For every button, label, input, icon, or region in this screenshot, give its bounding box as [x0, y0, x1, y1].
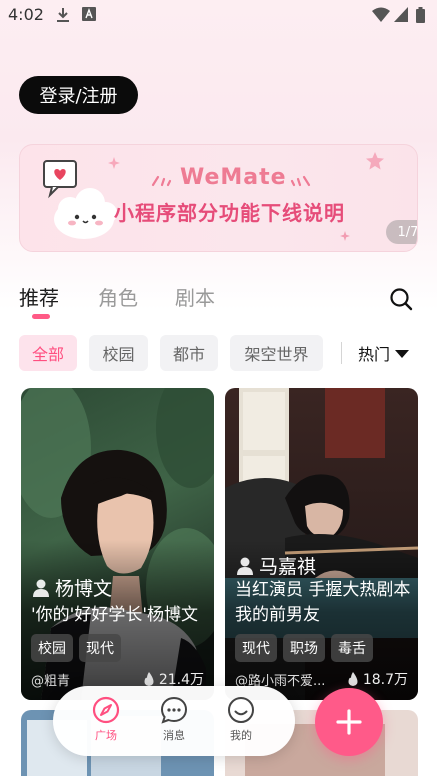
filter-chip-all[interactable]: 全部: [19, 335, 77, 371]
filter-divider: [341, 342, 342, 364]
card-tag: 现代: [79, 634, 121, 662]
character-card[interactable]: 杨博文 '你的'好好学长'杨博文 校园 现代 @粗青 21.4万: [21, 388, 214, 700]
chat-icon: [160, 696, 188, 724]
tab-characters[interactable]: 角色: [98, 282, 138, 311]
triangle-down-icon: [395, 350, 410, 358]
create-fab-button[interactable]: [315, 688, 383, 756]
battery-icon: [416, 7, 425, 23]
card-name-text: 马嘉祺: [259, 556, 317, 578]
card-likes-count: 18.7万: [362, 672, 408, 688]
signal-icon: [394, 7, 408, 22]
star-deco-icon: [108, 157, 120, 169]
sort-label: 热门: [358, 345, 391, 364]
filter-chip-fantasy-world[interactable]: 架空世界: [230, 335, 323, 371]
banner-page-counter: 1/7: [386, 220, 417, 244]
announcement-banner[interactable]: WeMate 小程序部分功能下线说明 1/7: [19, 144, 418, 252]
download-icon: [57, 8, 69, 22]
card-character-name: 马嘉祺: [237, 552, 316, 579]
card-tag: 职场: [283, 634, 325, 662]
compass-icon: [92, 696, 120, 724]
wifi-icon: [372, 7, 390, 22]
card-tag: 现代: [235, 634, 277, 662]
star-deco-icon: [366, 152, 384, 170]
nav-plaza[interactable]: 广场: [81, 696, 131, 743]
bottom-navigation: 广场 消息 我的: [53, 686, 295, 756]
card-tags: 现代 职场 毒舌: [235, 634, 373, 662]
nav-messages[interactable]: 消息: [149, 696, 199, 743]
person-icon: [33, 579, 49, 597]
nav-label: 广场: [95, 729, 117, 742]
person-icon: [237, 557, 253, 575]
card-description: '你的'好好学长'杨博文: [31, 605, 199, 625]
card-tag: 校园: [31, 634, 73, 662]
status-bar: 4:02: [0, 0, 437, 30]
filter-chip-city[interactable]: 都市: [160, 335, 218, 371]
filter-chip-campus[interactable]: 校园: [89, 335, 148, 371]
plus-icon: [336, 709, 362, 735]
card-author: @粗青: [31, 674, 71, 689]
tab-active-indicator: [32, 314, 50, 319]
card-tags: 校园 现代: [31, 634, 121, 662]
nav-label: 我的: [230, 729, 252, 742]
card-tag: 毒舌: [331, 634, 373, 662]
login-register-button[interactable]: 登录/注册: [19, 76, 138, 114]
search-icon[interactable]: [389, 287, 413, 311]
star-deco-icon: [340, 231, 350, 241]
card-description: 当红演员 手握大热剧本 我的前男友: [235, 580, 411, 625]
character-card[interactable]: 马嘉祺 当红演员 手握大热剧本 我的前男友 现代 职场 毒舌 @路小雨不爱...…: [225, 388, 418, 700]
text-a-icon: [82, 7, 96, 21]
nav-profile[interactable]: 我的: [216, 696, 266, 743]
smile-icon: [228, 697, 254, 723]
flame-icon: [348, 672, 358, 686]
card-character-name: 杨博文: [33, 574, 112, 601]
status-time: 4:02: [8, 5, 44, 24]
sparkle-lines-icon: [151, 175, 172, 187]
tab-scripts[interactable]: 剧本: [175, 282, 215, 311]
card-name-text: 杨博文: [55, 578, 113, 600]
banner-title: WeMate: [180, 165, 287, 190]
banner-subtitle: 小程序部分功能下线说明: [114, 201, 345, 225]
cloud-mascot-icon: [43, 160, 117, 239]
card-likes: 18.7万: [347, 669, 408, 689]
tab-recommend[interactable]: 推荐: [19, 282, 59, 311]
sort-dropdown[interactable]: 热门: [358, 341, 410, 365]
sparkle-lines-icon: [290, 175, 311, 187]
nav-label: 消息: [163, 729, 185, 742]
flame-icon: [144, 672, 154, 686]
